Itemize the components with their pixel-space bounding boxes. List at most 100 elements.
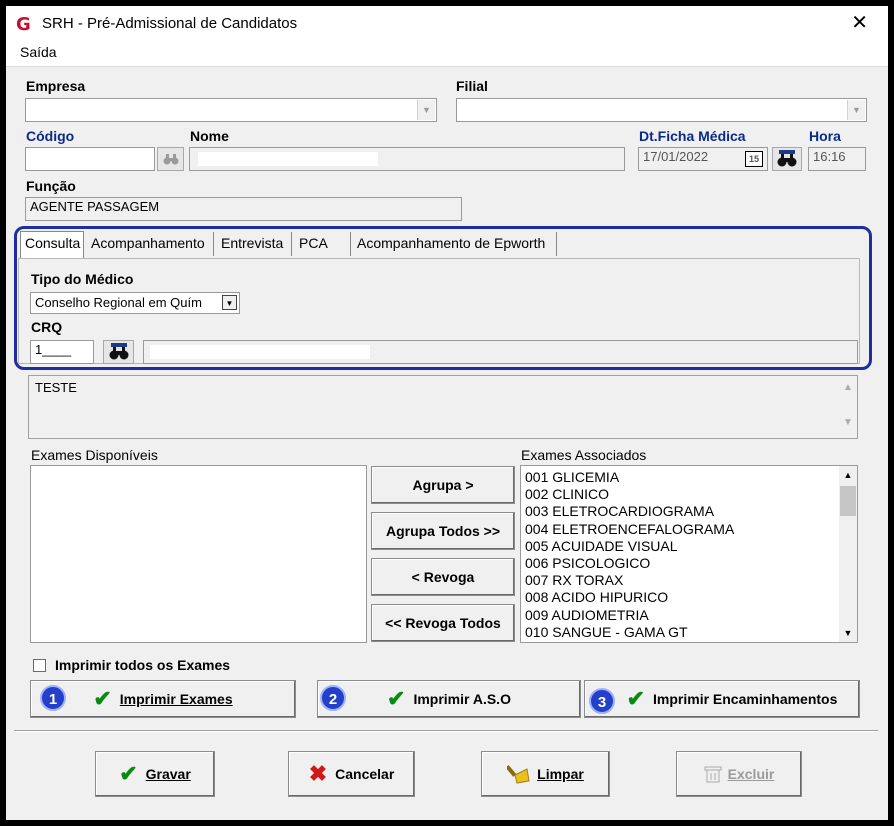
agrupa-todos-button[interactable]: Agrupa Todos >> <box>371 512 515 550</box>
exames-associados-scrollbar[interactable]: ▲ ▼ <box>839 466 857 642</box>
nome-field <box>189 147 625 171</box>
chevron-down-icon[interactable]: ▼ <box>222 295 237 310</box>
tipo-medico-label: Tipo do Médico <box>31 271 134 287</box>
exames-disponiveis-list[interactable] <box>30 465 367 643</box>
binoculars-icon <box>109 343 128 360</box>
app-logo-icon: G <box>16 14 31 35</box>
revoga-todos-button[interactable]: << Revoga Todos <box>371 604 515 642</box>
imprimir-todos-checkbox[interactable] <box>33 659 46 672</box>
imprimir-aso-button[interactable]: ✔ Imprimir A.S.O <box>317 680 581 718</box>
crq-label: CRQ <box>31 319 63 335</box>
chevron-down-icon[interactable]: ▼ <box>839 628 857 638</box>
imprimir-encaminhamentos-label: Imprimir Encaminhamentos <box>653 691 838 707</box>
redacted-block <box>198 152 378 166</box>
tab-acompanhamento-epworth[interactable]: Acompanhamento de Epworth <box>353 232 557 256</box>
window-title: SRH - Pré-Admissional de Candidatos <box>42 15 298 32</box>
cancelar-label: Cancelar <box>335 766 395 782</box>
excluir-button[interactable]: Excluir <box>676 751 802 797</box>
binoculars-icon <box>163 154 178 165</box>
menu-item-saida[interactable]: Saída <box>20 44 57 60</box>
list-item[interactable]: 010 SANGUE - GAMA GT <box>521 624 857 641</box>
hora-label: Hora <box>809 128 841 144</box>
title-bar: G SRH - Pré-Admissional de Candidatos ✕ <box>6 6 888 40</box>
x-icon: ✖ <box>308 761 328 786</box>
list-item[interactable]: 004 ELETROENCEFALOGRAMA <box>521 521 857 538</box>
nome-label: Nome <box>190 128 229 144</box>
binoculars-icon <box>777 150 797 167</box>
codigo-search-button[interactable] <box>157 147 184 171</box>
crq-search-button[interactable] <box>103 340 134 364</box>
list-item[interactable]: 009 AUDIOMETRIA <box>521 607 857 624</box>
excluir-label: Excluir <box>727 766 775 782</box>
check-icon: ✔ <box>93 686 112 711</box>
scrollbar-thumb[interactable] <box>840 486 856 516</box>
check-icon: ✔ <box>119 761 138 786</box>
broom-icon <box>507 765 530 784</box>
imprimir-encaminhamentos-button[interactable]: ✔ Imprimir Encaminhamentos <box>584 680 860 718</box>
empresa-select[interactable]: ▼ <box>25 98 437 122</box>
badge-1: 1 <box>40 685 66 711</box>
funcao-label: Função <box>26 178 76 194</box>
exames-associados-label: Exames Associados <box>521 447 647 463</box>
chevron-down-icon[interactable]: ▼ <box>839 417 857 428</box>
filial-label: Filial <box>456 78 488 94</box>
menu-bar: Saída <box>6 40 888 67</box>
tipo-medico-select[interactable]: Conselho Regional em Quím ▼ <box>30 292 240 314</box>
chevron-down-icon[interactable]: ▼ <box>417 100 435 120</box>
tab-pca[interactable]: PCA <box>295 232 351 256</box>
tipo-medico-value: Conselho Regional em Quím <box>35 295 202 310</box>
tab-acompanhamento[interactable]: Acompanhamento <box>87 232 214 256</box>
check-icon: ✔ <box>387 686 406 711</box>
list-item[interactable]: 001 GLICEMIA <box>521 469 857 486</box>
check-icon: ✔ <box>626 686 646 711</box>
revoga-label: < Revoga <box>411 569 475 585</box>
revoga-button[interactable]: < Revoga <box>371 558 515 596</box>
trash-icon <box>704 766 722 783</box>
agrupa-button[interactable]: Agrupa > <box>371 466 515 504</box>
chevron-down-icon[interactable]: ▼ <box>847 100 865 120</box>
gravar-label: Gravar <box>145 766 191 782</box>
dt-ficha-value: 17/01/2022 <box>643 149 709 164</box>
observacao-memo[interactable]: TESTE ▲ ▼ <box>28 375 858 439</box>
tab-consulta[interactable]: Consulta <box>20 231 84 258</box>
codigo-input[interactable] <box>25 147 155 171</box>
gravar-button[interactable]: ✔ Gravar <box>95 751 215 797</box>
hora-field[interactable]: 16:16 <box>808 147 866 171</box>
calendar-icon[interactable]: 15 <box>745 151 763 167</box>
limpar-label: Limpar <box>537 766 584 782</box>
list-item[interactable]: 002 CLINICO <box>521 486 857 503</box>
list-item[interactable]: 008 ACIDO HIPURICO <box>521 589 857 606</box>
badge-2: 2 <box>320 685 346 711</box>
codigo-label: Código <box>26 128 75 144</box>
imprimir-aso-label: Imprimir A.S.O <box>413 691 511 707</box>
imprimir-exames-label: Imprimir Exames <box>119 691 233 707</box>
memo-scrollbar[interactable]: ▲ ▼ <box>839 376 857 438</box>
list-item[interactable]: 003 ELETROCARDIOGRAMA <box>521 503 857 520</box>
revoga-todos-label: << Revoga Todos <box>385 615 501 631</box>
imprimir-exames-button[interactable]: ✔ Imprimir Exames <box>30 680 296 718</box>
cancelar-button[interactable]: ✖ Cancelar <box>288 751 415 797</box>
agrupa-todos-label: Agrupa Todos >> <box>385 523 501 539</box>
imprimir-todos-label: Imprimir todos os Exames <box>55 657 231 673</box>
tab-entrevista[interactable]: Entrevista <box>217 232 292 256</box>
list-item[interactable]: 007 RX TORAX <box>521 572 857 589</box>
empresa-label: Empresa <box>26 78 86 94</box>
dt-ficha-search-button[interactable] <box>772 147 802 171</box>
separator <box>14 730 878 732</box>
filial-select[interactable]: ▼ <box>456 98 867 122</box>
observacao-text: TESTE <box>35 380 77 395</box>
badge-3: 3 <box>589 688 615 714</box>
list-item[interactable]: 005 ACUIDADE VISUAL <box>521 538 857 555</box>
redacted-block <box>150 345 370 359</box>
exames-associados-list[interactable]: 001 GLICEMIA 002 CLINICO 003 ELETROCARDI… <box>520 465 858 643</box>
funcao-field: AGENTE PASSAGEM <box>25 197 462 221</box>
agrupa-label: Agrupa > <box>412 477 474 493</box>
chevron-up-icon[interactable]: ▲ <box>839 382 857 393</box>
dt-ficha-field[interactable]: 17/01/2022 15 <box>638 147 768 171</box>
limpar-button[interactable]: Limpar <box>481 751 610 797</box>
close-icon[interactable]: ✕ <box>851 12 868 34</box>
list-item[interactable]: 006 PSICOLOGICO <box>521 555 857 572</box>
exames-disponiveis-label: Exames Disponíveis <box>31 447 158 463</box>
chevron-up-icon[interactable]: ▲ <box>839 470 857 480</box>
crq-input[interactable]: 1____ <box>30 340 94 364</box>
